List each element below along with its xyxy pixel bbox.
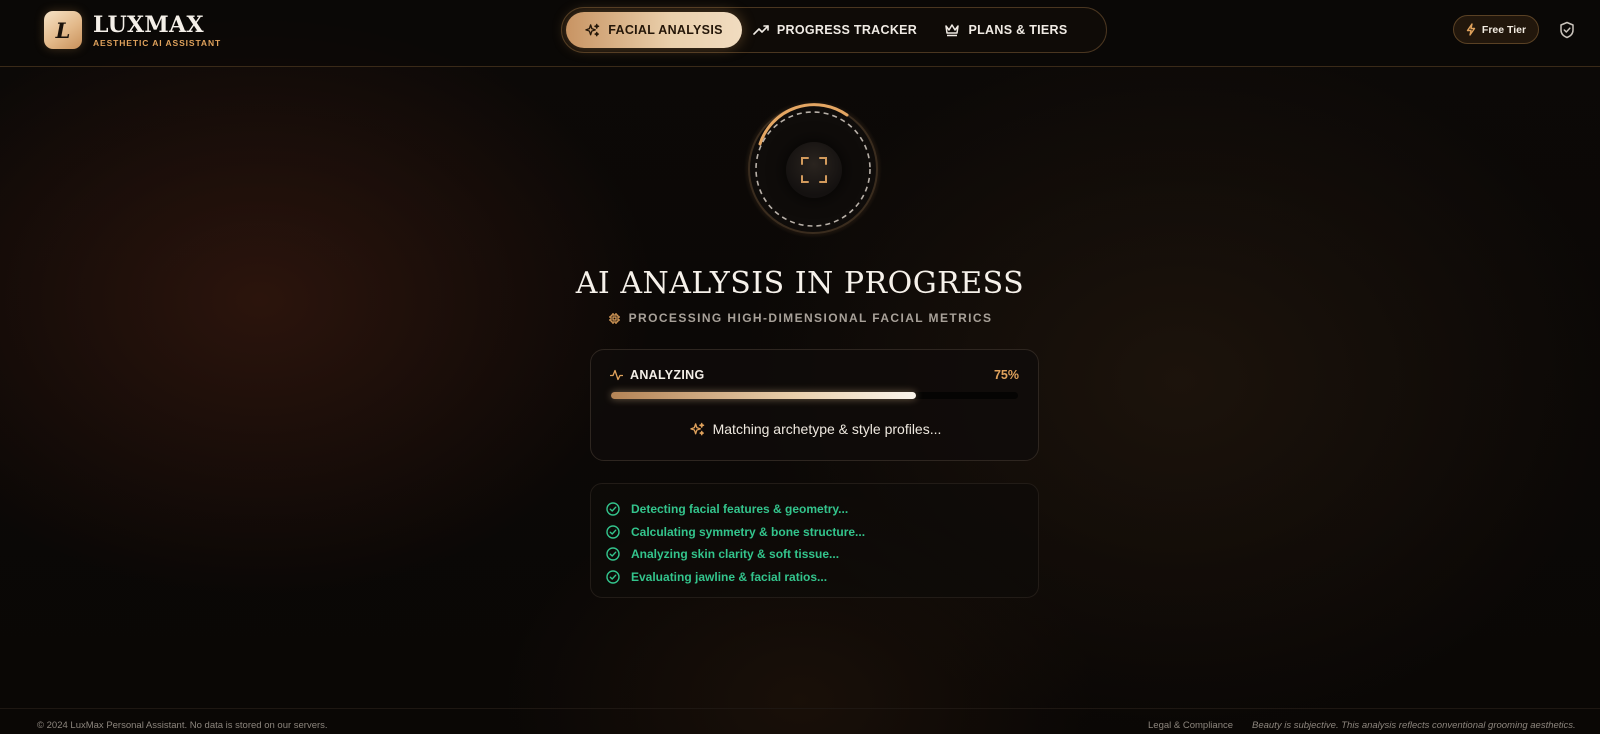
app-page: L LUXMAX AESTHETIC AI ASSISTANT FACIAL A… bbox=[0, 0, 1600, 734]
sparkles-icon bbox=[585, 23, 600, 38]
progress-status: Matching archetype & style profiles... bbox=[591, 421, 1040, 437]
check-circle-icon bbox=[606, 525, 620, 539]
progress-card: ANALYZING 75% Matching archetype & style… bbox=[590, 349, 1039, 461]
logo-letter: L bbox=[55, 17, 71, 43]
progress-fill bbox=[611, 392, 917, 399]
crown-icon bbox=[944, 23, 960, 37]
brand-tagline: AESTHETIC AI ASSISTANT bbox=[93, 37, 222, 48]
tab-label: PROGRESS TRACKER bbox=[776, 23, 918, 37]
step-label: Analyzing skin clarity & soft tissue... bbox=[631, 547, 840, 562]
footer-copyright: © 2024 LuxMax Personal Assistant. No dat… bbox=[37, 720, 328, 731]
tab-label: FACIAL ANALYSIS bbox=[608, 23, 723, 37]
subtitle-text: PROCESSING HIGH-DIMENSIONAL FACIAL METRI… bbox=[628, 311, 993, 325]
lightning-icon bbox=[1466, 23, 1476, 36]
face-scan-icon bbox=[801, 157, 827, 183]
footer-disclaimer: Beauty is subjective. This analysis refl… bbox=[1252, 720, 1576, 731]
logo-mark: L bbox=[44, 11, 82, 49]
brand-text: LUXMAX AESTHETIC AI ASSISTANT bbox=[93, 13, 221, 48]
list-item: Analyzing skin clarity & soft tissue... bbox=[606, 543, 1038, 566]
activity-icon bbox=[610, 369, 623, 381]
cpu-chip-icon bbox=[608, 312, 621, 325]
steps-list: Detecting facial features & geometry... … bbox=[590, 483, 1039, 598]
tab-label: PLANS & TIERS bbox=[968, 23, 1068, 37]
legal-link[interactable]: Legal & Compliance bbox=[1148, 720, 1233, 731]
list-item: Evaluating jawline & facial ratios... bbox=[606, 566, 1038, 589]
trending-up-icon bbox=[753, 23, 769, 37]
progress-label-text: ANALYZING bbox=[630, 368, 705, 382]
sparkles-icon bbox=[689, 422, 705, 437]
main-nav: FACIAL ANALYSIS PROGRESS TRACKER PLANS &… bbox=[561, 7, 1107, 53]
free-tier-label: Free Tier bbox=[1481, 23, 1527, 36]
brand-logo[interactable]: L LUXMAX AESTHETIC AI ASSISTANT bbox=[44, 11, 221, 49]
tab-progress-tracker[interactable]: PROGRESS TRACKER bbox=[750, 12, 920, 48]
list-item: Calculating symmetry & bone structure... bbox=[606, 521, 1038, 544]
brand-name: LUXMAX bbox=[93, 11, 204, 38]
top-bar: L LUXMAX AESTHETIC AI ASSISTANT FACIAL A… bbox=[0, 0, 1600, 67]
list-item: Detecting facial features & geometry... bbox=[606, 498, 1038, 521]
face-scanner bbox=[743, 99, 883, 239]
tab-plans-tiers[interactable]: PLANS & TIERS bbox=[926, 12, 1086, 48]
page-title: AI ANALYSIS IN PROGRESS bbox=[575, 266, 1025, 301]
check-circle-icon bbox=[606, 547, 620, 561]
tab-facial-analysis[interactable]: FACIAL ANALYSIS bbox=[566, 12, 742, 48]
progress-track bbox=[611, 392, 1018, 399]
step-label: Calculating symmetry & bone structure... bbox=[631, 524, 866, 539]
progress-percent: 75% bbox=[993, 368, 1019, 382]
progress-label: ANALYZING bbox=[610, 368, 704, 382]
footer: © 2024 LuxMax Personal Assistant. No dat… bbox=[0, 708, 1600, 734]
step-label: Detecting facial features & geometry... bbox=[631, 502, 849, 517]
status-text: Matching archetype & style profiles... bbox=[712, 421, 942, 437]
step-label: Evaluating jawline & facial ratios... bbox=[631, 569, 828, 584]
check-circle-icon bbox=[606, 502, 620, 516]
page-subtitle: PROCESSING HIGH-DIMENSIONAL FACIAL METRI… bbox=[0, 311, 1600, 325]
shield-check-icon[interactable] bbox=[1557, 20, 1577, 40]
free-tier-badge[interactable]: Free Tier bbox=[1453, 15, 1539, 44]
check-circle-icon bbox=[606, 570, 620, 584]
